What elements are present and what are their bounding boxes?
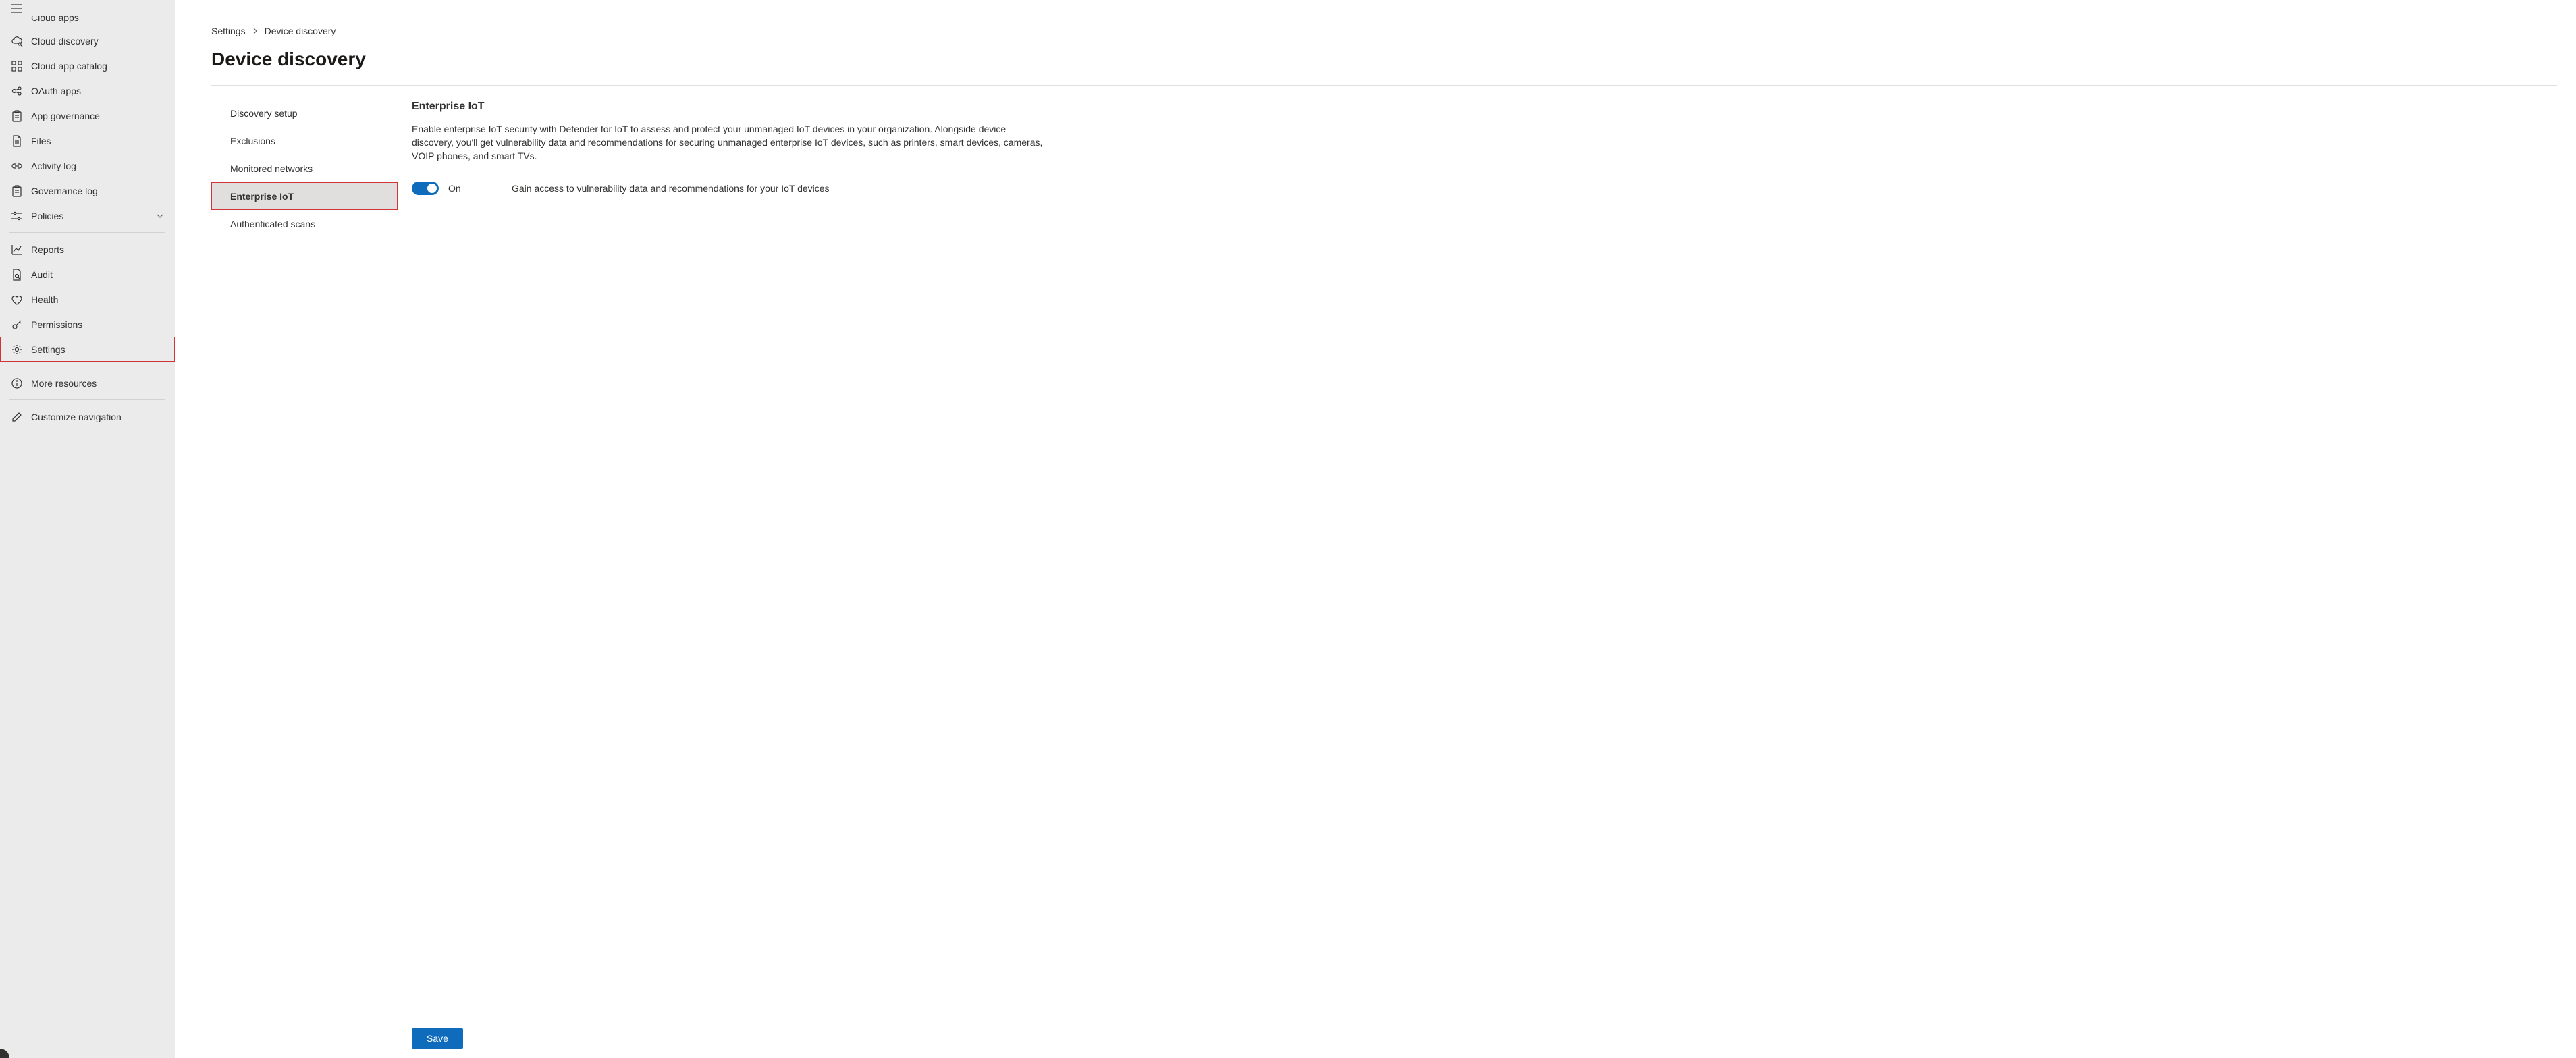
toggle-description: Gain access to vulnerability data and re…: [512, 183, 830, 194]
sidebar-item-label: Audit: [31, 269, 164, 280]
subnav-monitored-networks[interactable]: Monitored networks: [211, 155, 398, 182]
sidebar-item-label: Reports: [31, 244, 164, 255]
sidebar-item-health[interactable]: Health: [0, 287, 175, 312]
save-button[interactable]: Save: [412, 1028, 463, 1049]
sidebar-item-oauth-apps[interactable]: OAuth apps: [0, 78, 175, 103]
subnav-label: Authenticated scans: [230, 219, 315, 229]
audit-icon: [11, 269, 23, 281]
cloud-discovery-icon: [11, 35, 23, 47]
sidebar-item-settings[interactable]: Settings: [0, 337, 175, 362]
subnav-label: Monitored networks: [230, 163, 313, 174]
sidebar-item-label: More resources: [31, 378, 164, 389]
nav-separator: [9, 399, 165, 400]
pencil-icon: [11, 411, 23, 423]
sidebar-item-label: Cloud discovery: [31, 36, 164, 47]
health-icon: [11, 294, 23, 306]
subnav: Discovery setup Exclusions Monitored net…: [211, 86, 398, 1058]
hamburger-menu[interactable]: [0, 0, 175, 16]
sidebar-item-cloud-discovery[interactable]: Cloud discovery: [0, 28, 175, 53]
sidebar-item-cloud-apps[interactable]: Cloud apps: [0, 16, 175, 28]
enterprise-iot-toggle[interactable]: [412, 182, 439, 195]
sidebar-item-label: Settings: [31, 344, 164, 355]
key-icon: [11, 318, 23, 331]
link-icon: [11, 160, 23, 172]
subnav-label: Enterprise IoT: [230, 191, 294, 202]
subnav-authenticated-scans[interactable]: Authenticated scans: [211, 210, 398, 238]
sidebar-item-app-governance[interactable]: App governance: [0, 103, 175, 128]
toggle-state-label: On: [448, 183, 489, 194]
breadcrumb: Settings Device discovery: [211, 26, 2557, 36]
content-panel: Enterprise IoT Enable enterprise IoT sec…: [398, 86, 2557, 1058]
subnav-enterprise-iot[interactable]: Enterprise IoT: [211, 182, 398, 210]
sidebar-item-activity-log[interactable]: Activity log: [0, 153, 175, 178]
footer-bar: Save: [412, 1020, 2557, 1058]
sidebar-item-label: Policies: [31, 211, 156, 221]
sidebar-item-label: Customize navigation: [31, 412, 164, 422]
sidebar-item-audit[interactable]: Audit: [0, 262, 175, 287]
nav-separator: [9, 232, 165, 233]
gear-icon: [11, 343, 23, 356]
clipboard-icon: [11, 185, 23, 197]
sidebar-item-label: Cloud app catalog: [31, 61, 164, 72]
sidebar-item-customize-navigation[interactable]: Customize navigation: [0, 404, 175, 429]
subnav-exclusions[interactable]: Exclusions: [211, 127, 398, 155]
breadcrumb-settings[interactable]: Settings: [211, 26, 246, 36]
sidebar-item-policies[interactable]: Policies: [0, 203, 175, 228]
sidebar-item-label: OAuth apps: [31, 86, 164, 96]
clipboard-icon: [11, 110, 23, 122]
sidebar-item-permissions[interactable]: Permissions: [0, 312, 175, 337]
sidebar-item-cloud-app-catalog[interactable]: Cloud app catalog: [0, 53, 175, 78]
sidebar-item-more-resources[interactable]: More resources: [0, 370, 175, 395]
toggle-row: On Gain access to vulnerability data and…: [412, 182, 2557, 195]
sidebar-item-label: Cloud apps: [31, 16, 79, 23]
chevron-down-icon: [156, 212, 164, 220]
main-area: Settings Device discovery Device discove…: [175, 0, 2576, 1058]
subnav-discovery-setup[interactable]: Discovery setup: [211, 99, 398, 127]
oauth-icon: [11, 85, 23, 97]
sidebar-item-label: App governance: [31, 111, 164, 121]
hamburger-icon: [11, 4, 22, 13]
info-icon: [11, 377, 23, 389]
chart-icon: [11, 244, 23, 256]
sidebar-item-label: Files: [31, 136, 164, 146]
subnav-label: Exclusions: [230, 136, 275, 146]
chevron-right-icon: [252, 28, 258, 34]
section-title: Enterprise IoT: [412, 101, 2557, 113]
sidebar: Cloud apps Cloud discovery Cloud app cat…: [0, 0, 175, 1058]
sidebar-item-reports[interactable]: Reports: [0, 237, 175, 262]
subnav-label: Discovery setup: [230, 108, 298, 119]
sidebar-item-label: Governance log: [31, 186, 164, 196]
sliders-icon: [11, 210, 23, 222]
sidebar-item-files[interactable]: Files: [0, 128, 175, 153]
sidebar-item-label: Permissions: [31, 319, 164, 330]
page-title: Device discovery: [211, 49, 2557, 70]
section-description: Enable enterprise IoT security with Defe…: [412, 122, 1046, 163]
breadcrumb-device-discovery[interactable]: Device discovery: [265, 26, 336, 36]
file-icon: [11, 135, 23, 147]
sidebar-item-label: Activity log: [31, 161, 164, 171]
sidebar-item-governance-log[interactable]: Governance log: [0, 178, 175, 203]
grid-icon: [11, 60, 23, 72]
sidebar-item-label: Health: [31, 294, 164, 305]
